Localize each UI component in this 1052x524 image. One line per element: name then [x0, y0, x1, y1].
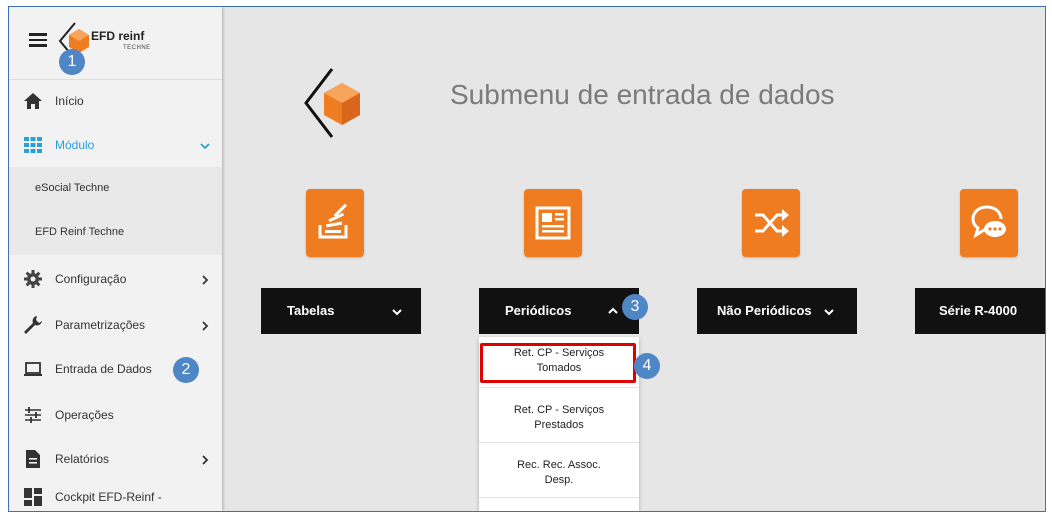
chevron-right-icon: [202, 321, 209, 331]
sidebar-subitem-label: eSocial Techne: [35, 182, 110, 194]
chevron-down-icon: [200, 143, 210, 150]
sidebar-item-inicio[interactable]: Início: [9, 79, 222, 123]
section-tabelas-button[interactable]: Tabelas: [261, 288, 421, 334]
tile-periodicos[interactable]: [524, 189, 582, 257]
stack-icon: [318, 203, 348, 239]
tile-serie-r4000[interactable]: [960, 189, 1018, 257]
newspaper-icon: [535, 206, 571, 240]
document-icon: [26, 450, 40, 468]
dropdown-item-line: Desp.: [544, 474, 574, 486]
dropdown-item-rec-assoc[interactable]: Rec. Rec. Assoc. Desp.: [479, 443, 639, 498]
chat-icon: [971, 205, 1006, 239]
chevron-up-icon: [608, 307, 618, 314]
dashboard-icon: [24, 488, 42, 506]
logo-subtext: TECHNE: [123, 45, 151, 51]
dropdown-item-servicos-prestados[interactable]: Ret. CP - Serviços Prestados: [479, 388, 639, 443]
callout-1: 1: [59, 49, 85, 75]
gear-icon: [24, 270, 42, 288]
hamburger-menu-icon[interactable]: [29, 33, 47, 47]
dropdown-item-line: Ret. CP - Serviços: [513, 404, 605, 416]
sidebar-subitem-label: EFD Reinf Techne: [35, 226, 125, 238]
sidebar-item-parametrizacoes[interactable]: Parametrizações: [9, 303, 222, 347]
callout-3: 3: [622, 294, 648, 320]
highlight-box: [480, 343, 636, 383]
sidebar: EFD reinf TECHNE 1 Início Módulo eSocial…: [9, 7, 222, 511]
section-label: Tabelas: [287, 303, 335, 318]
section-label: Não Periódicos: [717, 303, 812, 318]
tile-nao-periodicos[interactable]: [742, 189, 800, 257]
sidebar-subitem-efd-reinf[interactable]: EFD Reinf Techne: [9, 211, 222, 255]
section-nao-periodicos-button[interactable]: Não Periódicos: [697, 288, 857, 334]
tile-tabelas[interactable]: [306, 189, 364, 257]
section-label: Periódicos: [505, 303, 572, 318]
section-serie-r4000-button[interactable]: Série R-4000: [915, 288, 1045, 334]
laptop-icon: [24, 362, 42, 376]
sidebar-item-operacoes[interactable]: Operações: [9, 393, 222, 437]
sidebar-item-label: Relatórios: [55, 452, 110, 466]
chevron-down-icon: [824, 309, 834, 316]
callout-2: 2: [173, 357, 199, 383]
sidebar-item-modulo[interactable]: Módulo: [9, 123, 222, 167]
shuffle-icon: [755, 209, 789, 237]
section-periodicos-button[interactable]: Periódicos: [479, 288, 639, 334]
dropdown-item-line: Prestados: [534, 419, 584, 431]
wrench-icon: [24, 316, 42, 334]
home-icon: [24, 93, 42, 109]
brand-logo-icon: [304, 68, 360, 138]
sidebar-item-label: Configuração: [55, 272, 127, 286]
chevron-right-icon: [202, 275, 209, 285]
sidebar-item-label: Cockpit EFD-Reinf -: [55, 490, 162, 504]
chevron-down-icon: [392, 309, 402, 316]
callout-4: 4: [634, 353, 660, 379]
app-window: EFD reinf TECHNE 1 Início Módulo eSocial…: [8, 6, 1046, 512]
sidebar-item-label: Início: [55, 94, 84, 108]
sliders-icon: [25, 407, 41, 423]
dropdown-item-line: Rec. Rec. Assoc.: [517, 459, 601, 471]
sidebar-subitem-esocial[interactable]: eSocial Techne: [9, 167, 222, 211]
chevron-right-icon: [202, 455, 209, 465]
section-label: Série R-4000: [939, 303, 1018, 318]
sidebar-item-configuracao[interactable]: Configuração: [9, 257, 222, 301]
sidebar-item-cockpit[interactable]: Cockpit EFD-Reinf -: [9, 475, 222, 511]
page-title: Submenu de entrada de dados: [450, 79, 835, 110]
main-content: Submenu de entrada de dados Tabelas Peri…: [222, 7, 1045, 511]
sidebar-item-label: Entrada de Dados: [55, 362, 152, 376]
grid-icon: [24, 137, 42, 153]
sidebar-item-label: Operações: [55, 408, 114, 422]
logo-text: EFD reinf: [91, 29, 145, 43]
sidebar-header: EFD reinf TECHNE 1: [9, 7, 222, 80]
sidebar-item-label: Parametrizações: [55, 318, 146, 332]
sidebar-item-label: Módulo: [55, 138, 95, 152]
